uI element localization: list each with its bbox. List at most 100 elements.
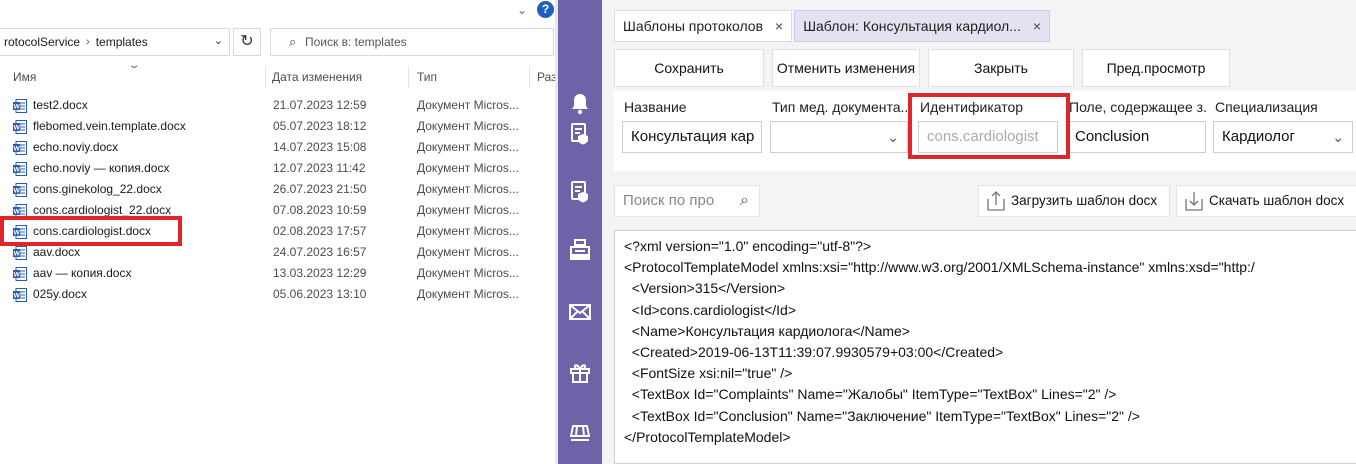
column-divider[interactable] [529, 66, 530, 88]
svg-text:W: W [14, 251, 21, 258]
svg-text:W: W [14, 104, 21, 111]
file-row[interactable]: Waav — копия.docx 13.03.2023 12:29 Докумен… [0, 263, 540, 284]
file-row[interactable]: Wtest2.docx 21.07.2023 12:59 Документ Micr… [0, 95, 540, 116]
file-date: 02.08.2023 17:57 [273, 224, 367, 238]
close-button[interactable]: Закрыть [928, 49, 1074, 87]
word-document-icon: W [13, 246, 27, 260]
refresh-button[interactable]: ↻ [233, 28, 261, 56]
file-type: Документ Micros... [417, 98, 519, 112]
file-date: 26.07.2023 21:50 [273, 182, 367, 196]
word-document-icon: W [13, 99, 27, 113]
file-row[interactable]: W 025y.docx 05.06.2023 13:10 Документ Micro… [0, 284, 540, 305]
upload-icon [987, 191, 1005, 211]
protocol-search-placeholder: Поиск по про [623, 192, 715, 209]
doctype-select[interactable]: ⌄ [770, 121, 908, 153]
name-label: Название [624, 99, 687, 115]
address-history-chevron-icon[interactable]: ⌄ [214, 34, 223, 47]
file-name: 025y.docx [33, 287, 87, 301]
file-type: Документ Micros... [417, 119, 519, 133]
word-document-icon: W [13, 183, 27, 197]
protocol-search-input[interactable]: Поиск по про ⌕ [614, 185, 760, 217]
svg-text:W: W [14, 188, 21, 195]
xml-line: <Created>2019-06-13T11:39:07.9930579+03:… [624, 343, 1004, 360]
close-icon[interactable]: × [775, 18, 783, 34]
xml-editor[interactable]: <?xml version="1.0" encoding="utf-8"?> <P… [614, 230, 1356, 464]
cash-register-icon[interactable] [568, 238, 592, 262]
file-row[interactable]: Wflebomed.vein.template.docx 05.07.2023 1… [0, 116, 540, 137]
column-header-name[interactable]: Имя [13, 68, 36, 86]
file-row[interactable]: Wecho.noviy.docx 14.07.2023 15:08 Документ… [0, 137, 540, 158]
ribbon-expand-chevron-icon[interactable]: ⌄ [514, 2, 530, 18]
side-navigation-rail [558, 0, 602, 464]
xml-line: <Id>cons.cardiologist</Id> [624, 301, 796, 318]
xml-line: <Version>315</Version> [624, 280, 786, 297]
folder-search-input[interactable]: ⌕ Поиск в: templates [270, 28, 554, 56]
tab-protocol-templates[interactable]: Шаблоны протоколов × [614, 10, 793, 42]
search-icon: ⌕ [740, 192, 749, 209]
word-document-icon: W [13, 141, 27, 155]
file-date: 05.06.2023 13:10 [273, 287, 367, 301]
upload-template-button[interactable]: Загрузить шаблон docx [978, 185, 1170, 217]
word-document-icon: W [13, 267, 27, 281]
file-type: Документ Micros... [417, 203, 519, 217]
specialization-select[interactable]: Кардиолог ⌄ [1213, 121, 1353, 153]
name-field[interactable]: Консультация кар [622, 121, 762, 153]
svg-text:W: W [14, 209, 21, 216]
xml-line: <TextBox Id="Complaints" Name="Жалобы" I… [624, 386, 1117, 403]
search-placeholder: Поиск в: templates [305, 35, 407, 49]
doctype-label: Тип мед. документа... [772, 99, 910, 115]
cancel-changes-button[interactable]: Отменить изменения [772, 49, 920, 87]
document-shield-icon[interactable] [568, 122, 592, 146]
mail-icon[interactable] [568, 300, 592, 324]
close-icon[interactable]: × [1033, 18, 1041, 34]
breadcrumb-segment[interactable]: templates [92, 35, 152, 49]
file-type: Документ Micros... [417, 182, 519, 196]
address-bar[interactable]: rotocolService › templates ⌄ [0, 28, 230, 56]
svg-text:W: W [14, 146, 21, 153]
column-header-date[interactable]: Дата изменения [272, 68, 362, 86]
xml-line: <ProtocolTemplateModel xmlns:xsi="http:/… [624, 259, 1255, 276]
download-icon [1185, 192, 1203, 211]
tab-label: Шаблоны протоколов [623, 18, 763, 34]
xml-line: <Name>Консультация кардиолога</Name> [624, 322, 910, 339]
file-row[interactable]: Wcons.ginekolog_22.docx 26.07.2023 21:50 Д… [0, 179, 540, 200]
svg-text:W: W [14, 272, 21, 279]
word-document-icon: W [13, 162, 27, 176]
file-row[interactable]: Wecho.noviy — копия.docx 12.07.2023 11:42… [0, 158, 540, 179]
gift-icon[interactable] [568, 360, 592, 384]
conclusion-field[interactable]: Conclusion [1066, 121, 1206, 153]
upload-template-label: Загрузить шаблон docx [1011, 193, 1158, 208]
help-button[interactable]: ? [537, 1, 554, 18]
download-template-button[interactable]: Скачать шаблон docx [1176, 185, 1356, 217]
bell-icon[interactable] [568, 92, 592, 116]
file-type: Документ Micros... [417, 287, 519, 301]
column-divider[interactable] [408, 66, 409, 88]
file-name: aav — копия.docx [33, 266, 132, 280]
xml-line: </ProtocolTemplateModel> [624, 428, 791, 445]
file-name: echo.noviy.docx [33, 140, 119, 154]
file-date: 07.08.2023 10:59 [273, 203, 367, 217]
save-button[interactable]: Сохранить [614, 49, 764, 87]
sort-indicator-icon: ⌄ [127, 60, 141, 71]
tab-template-cardiologist[interactable]: Шаблон: Консультация кардиол... × [794, 10, 1051, 42]
file-date: 14.07.2023 15:08 [273, 140, 367, 154]
tab-label: Шаблон: Консультация кардиол... [803, 18, 1021, 34]
breadcrumb-separator-icon[interactable]: › [84, 36, 92, 48]
file-type: Документ Micros... [417, 245, 519, 259]
search-action-row: Поиск по про ⌕ Загрузить шаблон docx Ска… [614, 176, 1356, 228]
file-type: Документ Micros... [417, 224, 519, 238]
column-header-type[interactable]: Тип [417, 68, 437, 86]
file-date: 24.07.2023 16:57 [273, 245, 367, 259]
toolbar: Сохранить Отменить изменения Закрыть Пре… [614, 49, 1238, 87]
file-explorer-window: ⌄ ? rotocolService › templates ⌄ ↻ ⌕ Пои… [0, 0, 558, 464]
column-divider[interactable] [265, 66, 266, 88]
chevron-down-icon: ⌄ [1332, 129, 1344, 145]
table-icon[interactable] [568, 420, 592, 444]
document-shield-icon[interactable] [568, 180, 592, 204]
breadcrumb-segment[interactable]: rotocolService [0, 35, 84, 49]
specialization-label: Специализация [1215, 99, 1318, 115]
column-header-size[interactable]: Раз [537, 68, 557, 86]
preview-button[interactable]: Пред.просмотр [1082, 49, 1230, 87]
file-type: Документ Micros... [417, 140, 519, 154]
highlight-box-file [0, 216, 182, 246]
